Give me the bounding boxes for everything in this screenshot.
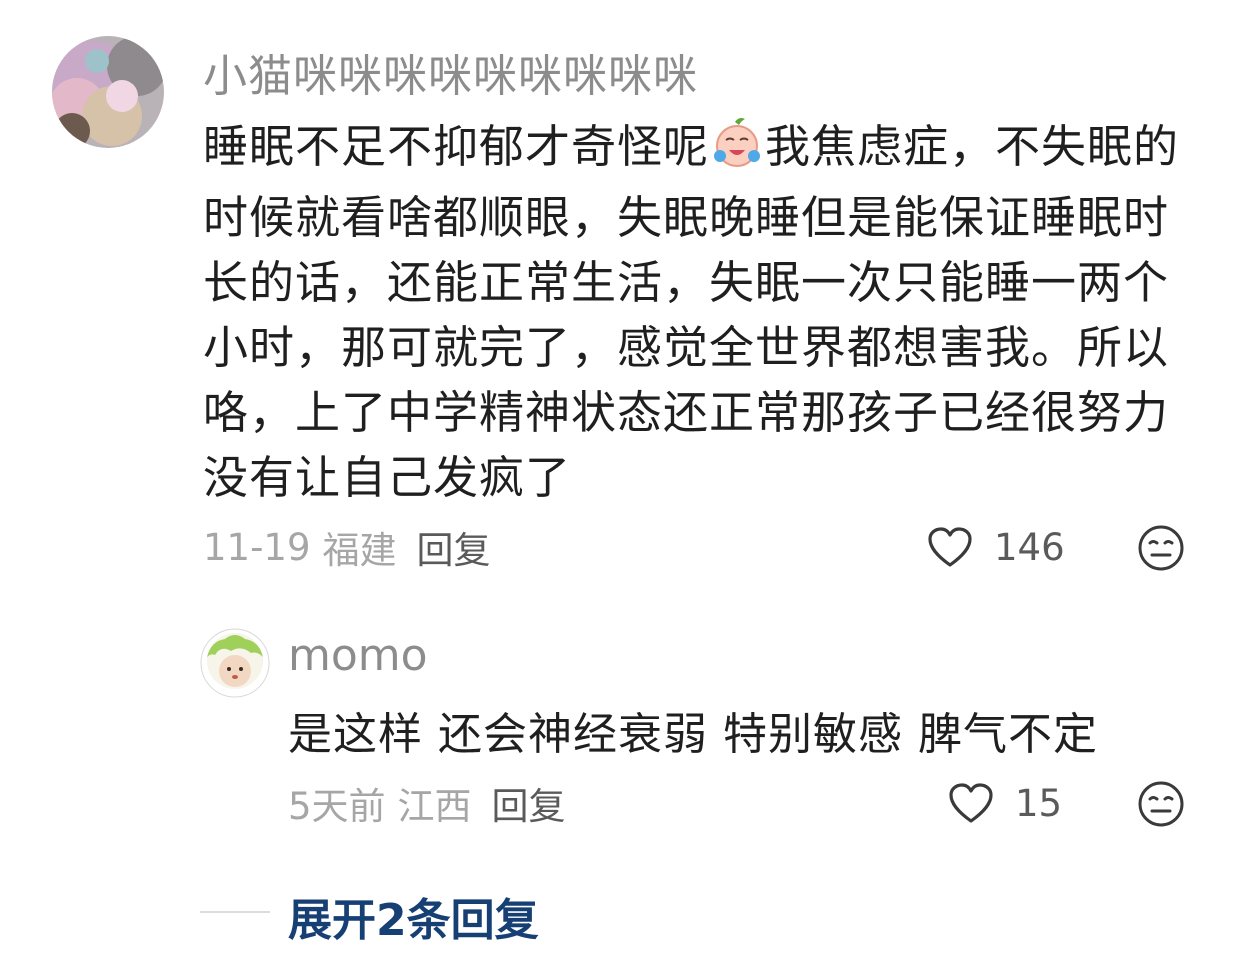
reply-date: 5天前 [288, 785, 386, 828]
comment-reply-button[interactable]: 回复 [417, 520, 491, 574]
comment-text-part-1: 睡眠不足不抑郁才奇怪呢 [203, 120, 710, 173]
expand-divider [200, 911, 270, 913]
comment-dislike-button[interactable] [1137, 524, 1185, 572]
crying-face-emoji [711, 116, 763, 185]
comment-like-button[interactable]: 146 [926, 522, 1065, 572]
comment-text-part-2: 我焦虑症，不失眠的时候就看啥都顺眼，失眠晚睡但是能保证睡眠时长的话，还能正常生活… [203, 120, 1180, 504]
comment-username[interactable]: 小猫咪咪咪咪咪咪咪咪咪 [203, 40, 698, 104]
reply-username[interactable]: momo [288, 630, 428, 681]
reply-meta: 5天前 江西 回复 [288, 778, 566, 828]
comment-avatar[interactable] [52, 36, 164, 148]
comment-meta: 11-19 福建 回复 [203, 520, 491, 574]
comment-thread: 小猫咪咪咪咪咪咪咪咪咪 睡眠不足不抑郁才奇怪呢 我焦虑症，不失眠的时候就看啥都顺… [0, 0, 1260, 980]
heart-icon [926, 525, 994, 569]
reply-avatar[interactable] [199, 627, 271, 699]
comment-location: 福建 [322, 529, 397, 572]
reply-like-count: 15 [1015, 781, 1063, 825]
comment-date: 11-19 [203, 525, 311, 569]
reply-reply-button[interactable]: 回复 [492, 776, 566, 830]
reply-dislike-button[interactable] [1137, 780, 1185, 828]
meh-face-icon [1137, 780, 1185, 828]
comment-like-count: 146 [994, 525, 1065, 569]
reply-body: 是这样 还会神经衰弱 特别敏感 脾气不定 [288, 709, 1098, 760]
reply-like-button[interactable]: 15 [947, 778, 1062, 828]
heart-icon [947, 781, 1015, 825]
comment-body: 睡眠不足不抑郁才奇怪呢 我焦虑症，不失眠的时候就看啥都顺眼，失眠晚睡但是能保证睡… [203, 114, 1193, 510]
meh-face-icon [1137, 524, 1185, 572]
expand-replies-button[interactable]: 展开2条回复 [288, 884, 539, 948]
reply-location: 江西 [397, 785, 472, 828]
